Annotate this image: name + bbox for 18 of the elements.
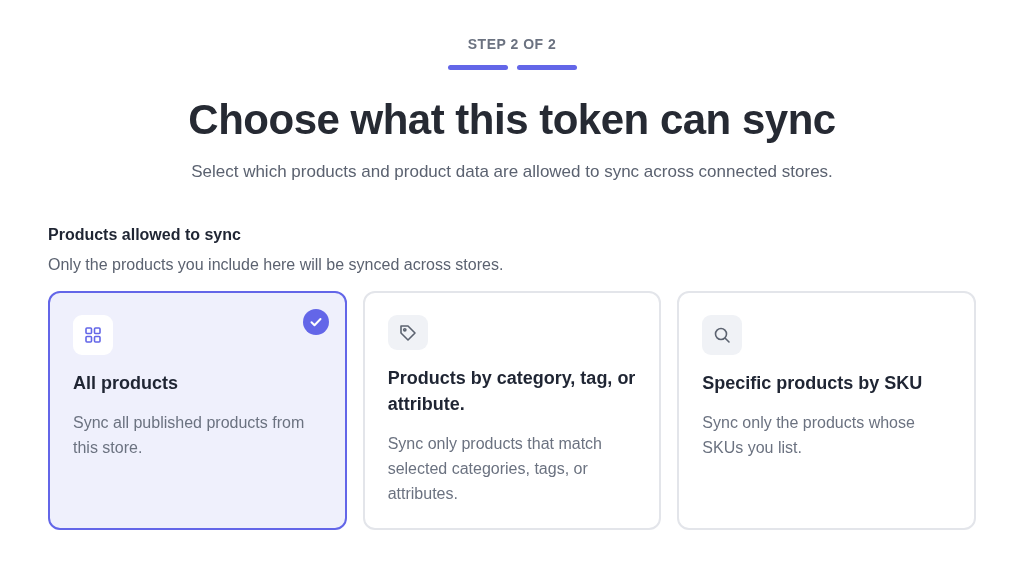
section-description: Only the products you include here will be synced across stores.	[48, 256, 505, 274]
page-subtitle: Select which products and product data are allowed to sync across connected stores.	[191, 162, 833, 182]
check-icon	[302, 309, 329, 335]
option-card[interactable]: Products by category, tag, or attribute. Sync only products that match selected categories, tags, or attributes.	[362, 291, 662, 530]
option-description: Sync only the products whose SKUs you list.	[702, 413, 916, 458]
option-description: Sync only products that match selected categories, tags, or attributes.	[387, 434, 603, 504]
search-icon	[713, 326, 732, 344]
tag-icon	[398, 323, 417, 342]
option-description: Sync all published products from this store.	[73, 413, 306, 458]
page-title: Choose what this token can sync	[188, 96, 836, 144]
option-card[interactable]: Specific products by SKU Sync only the products whose SKUs you list.	[677, 291, 976, 530]
option-card[interactable]: All products Sync all published products from this store.	[48, 291, 347, 530]
option-title: Specific products by SKU	[702, 372, 924, 395]
section-heading: Products allowed to sync	[48, 226, 242, 244]
step-label: STEP 2 OF 2	[467, 36, 557, 52]
option-title: All products	[73, 372, 179, 395]
grid-icon	[84, 326, 102, 344]
option-title: Products by category, tag, or attribute.	[387, 367, 637, 416]
